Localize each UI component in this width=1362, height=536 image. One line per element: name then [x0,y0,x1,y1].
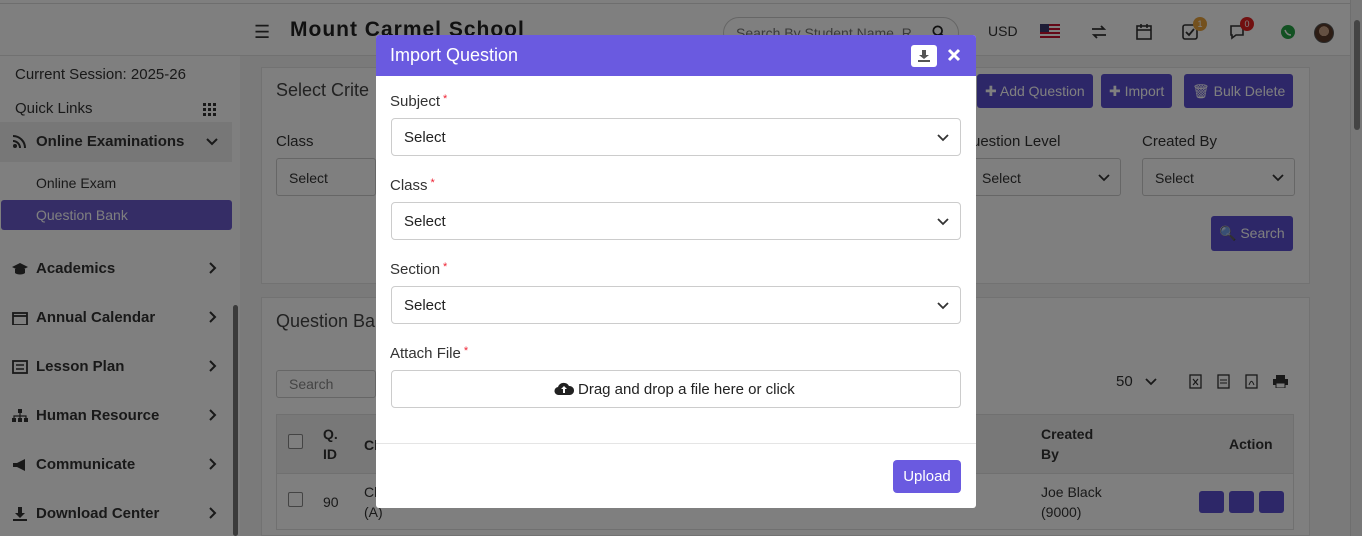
download-sample-button[interactable] [911,45,937,67]
class-label-text: Class [390,177,428,194]
chevron-down-icon [937,302,949,310]
required-mark: * [443,93,448,105]
attach-file-label-text: Attach File [390,345,461,362]
required-mark: * [463,345,469,357]
chevron-down-icon [937,218,949,226]
section-label: Section * [390,261,447,278]
upload-button[interactable]: Upload [893,460,961,493]
subject-select[interactable]: Select [391,118,961,156]
subject-label: Subject * [390,93,447,110]
attach-file-label: Attach File * [390,345,468,362]
subject-select-value: Select [404,129,446,146]
subject-label-text: Subject [390,93,441,110]
class-select[interactable]: Select [391,202,961,240]
required-mark: * [430,177,435,189]
section-select[interactable]: Select [391,286,961,324]
chevron-down-icon [937,134,949,142]
required-mark: * [443,261,448,273]
modal-title: Import Question [390,45,519,65]
import-question-modal: Import Question Subject * Select Class * S… [376,35,976,508]
modal-footer-divider [376,443,976,444]
download-icon [918,50,930,62]
cloud-upload-icon [554,382,574,396]
modal-header: Import Question [376,35,976,76]
file-dropzone[interactable]: Drag and drop a file here or click [391,370,961,408]
class-select-value: Select [404,213,446,230]
section-select-value: Select [404,297,446,314]
close-icon[interactable] [947,48,961,62]
section-label-text: Section [390,261,441,278]
dropzone-text: Drag and drop a file here or click [578,381,795,398]
class-label: Class * [390,177,435,194]
